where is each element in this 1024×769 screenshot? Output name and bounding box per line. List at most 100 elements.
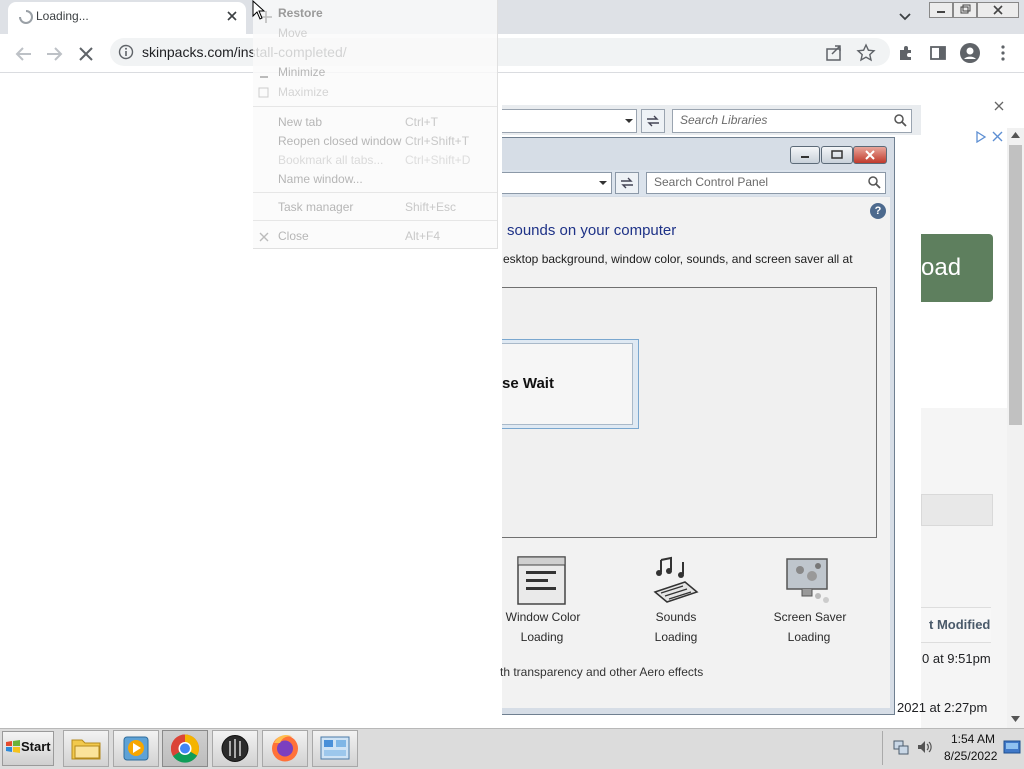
table-column-header: t Modified bbox=[921, 607, 991, 643]
libraries-search-input[interactable]: Search Libraries bbox=[672, 109, 912, 133]
window-close-button[interactable] bbox=[977, 2, 1019, 18]
menu-item-maximize[interactable]: Maximize bbox=[278, 85, 329, 99]
ad-choices-icon[interactable] bbox=[975, 131, 987, 143]
cp-refresh-icon[interactable] bbox=[615, 172, 639, 194]
menu-shortcut-task-manager: Shift+Esc bbox=[405, 200, 457, 214]
clock-time[interactable]: 1:54 AM bbox=[951, 732, 995, 746]
show-desktop-icon[interactable] bbox=[1003, 738, 1021, 756]
sounds-icon[interactable] bbox=[651, 556, 701, 606]
help-icon[interactable]: ? bbox=[870, 203, 886, 219]
menu-separator bbox=[253, 106, 497, 107]
libraries-refresh-icon[interactable] bbox=[641, 109, 665, 133]
menu-separator bbox=[253, 220, 497, 221]
side-panel-icon[interactable] bbox=[928, 43, 948, 63]
magnifier-icon bbox=[893, 113, 907, 127]
menu-item-minimize[interactable]: Minimize bbox=[278, 65, 325, 79]
menu-shortcut-close: Alt+F4 bbox=[405, 229, 441, 243]
menu-separator bbox=[253, 192, 497, 193]
media-player-icon bbox=[123, 736, 149, 761]
menu-shortcut-bookmark: Ctrl+Shift+D bbox=[405, 153, 471, 167]
cp-address-field[interactable] bbox=[502, 172, 612, 194]
kebab-menu-icon[interactable] bbox=[993, 43, 1013, 63]
taskbar-media-player[interactable] bbox=[113, 730, 159, 767]
content-input-box[interactable] bbox=[921, 494, 993, 526]
screen-saver-icon[interactable] bbox=[784, 556, 834, 606]
site-info-icon[interactable] bbox=[118, 44, 134, 60]
control-panel-icon bbox=[320, 736, 350, 760]
cp-description: esktop background, window color, sounds,… bbox=[503, 252, 853, 266]
tab-search-chevron-icon[interactable] bbox=[897, 8, 913, 24]
please-wait-text: se Wait bbox=[502, 375, 554, 392]
window-color-icon[interactable] bbox=[517, 556, 567, 606]
cp-search-placeholder: Search Control Panel bbox=[654, 175, 769, 189]
share-icon[interactable] bbox=[824, 43, 844, 63]
windows-flag-icon bbox=[5, 739, 21, 755]
clock-date[interactable]: 8/25/2022 bbox=[944, 749, 997, 763]
menu-shortcut-new-tab: Ctrl+T bbox=[405, 115, 438, 129]
window-color-label[interactable]: Window Color bbox=[488, 610, 598, 624]
download-button-label: oad bbox=[921, 254, 962, 281]
profile-avatar-icon[interactable] bbox=[959, 42, 981, 64]
sounds-label[interactable]: Sounds bbox=[621, 610, 731, 624]
minimize-glyph-icon bbox=[259, 69, 269, 79]
taskbar-firefox[interactable] bbox=[262, 730, 308, 767]
tab-title: Loading... bbox=[36, 9, 89, 23]
menu-item-new-tab[interactable]: New tab bbox=[278, 115, 322, 129]
loading-spinner-icon bbox=[18, 9, 34, 25]
chrome-icon bbox=[170, 734, 199, 763]
libraries-search-placeholder: Search Libraries bbox=[680, 113, 768, 127]
firefox-icon bbox=[272, 734, 298, 762]
stop-loading-icon[interactable] bbox=[74, 42, 98, 66]
scrollbar-thumb[interactable] bbox=[1009, 145, 1022, 425]
cp-heading: sounds on your computer bbox=[507, 222, 677, 239]
taskbar-control-panel[interactable] bbox=[312, 730, 358, 767]
volume-icon[interactable] bbox=[916, 738, 934, 756]
file-explorer-icon bbox=[71, 739, 101, 760]
bookmark-star-icon[interactable] bbox=[856, 43, 876, 63]
window-color-status: Loading bbox=[520, 630, 564, 644]
screen-saver-status: Loading bbox=[787, 630, 831, 644]
menu-item-restore[interactable]: Restore bbox=[278, 6, 323, 20]
menu-item-name-window[interactable]: Name window... bbox=[278, 172, 363, 186]
aero-effects-text[interactable]: th transparency and other Aero effects bbox=[500, 665, 703, 679]
tray-separator bbox=[882, 731, 883, 765]
cp-maximize-button[interactable] bbox=[821, 146, 853, 164]
mouse-cursor-icon bbox=[252, 0, 266, 20]
cp-close-button[interactable] bbox=[853, 146, 887, 164]
menu-shortcut-reopen: Ctrl+Shift+T bbox=[405, 134, 470, 148]
sounds-status: Loading bbox=[654, 630, 698, 644]
menu-item-reopen-closed-window[interactable]: Reopen closed window bbox=[278, 134, 401, 148]
window-minimize-button[interactable] bbox=[929, 2, 953, 18]
close-glyph-icon bbox=[259, 232, 269, 242]
menu-item-move[interactable]: Move bbox=[278, 26, 307, 40]
window-restore-button[interactable] bbox=[953, 2, 977, 18]
screen-saver-label[interactable]: Screen Saver bbox=[755, 610, 865, 624]
libraries-address-field[interactable] bbox=[502, 109, 637, 133]
network-icon[interactable] bbox=[892, 738, 910, 756]
window-context-menu: Restore Move Minimize Maximize New tab C… bbox=[253, 0, 498, 249]
scroll-down-icon[interactable] bbox=[1009, 713, 1022, 725]
cp-minimize-button[interactable] bbox=[790, 146, 820, 164]
magnifier-icon bbox=[867, 175, 881, 189]
ad-close-icon[interactable] bbox=[991, 130, 1004, 143]
row1-date: 0 at 9:51pm bbox=[922, 651, 991, 666]
menu-item-bookmark-all-tabs[interactable]: Bookmark all tabs... bbox=[278, 153, 383, 167]
row2-date: 2021 at 2:27pm bbox=[897, 700, 988, 715]
taskbar-file-explorer[interactable] bbox=[63, 730, 109, 767]
page-close-icon[interactable] bbox=[992, 100, 1006, 112]
maximize-glyph-icon bbox=[258, 87, 269, 98]
app-dark-icon bbox=[221, 735, 249, 762]
menu-item-task-manager[interactable]: Task manager bbox=[278, 200, 353, 214]
forward-arrow-icon[interactable] bbox=[42, 42, 66, 66]
taskbar-dark-app[interactable] bbox=[212, 730, 258, 767]
taskbar-chrome[interactable] bbox=[162, 730, 208, 767]
scroll-up-icon[interactable] bbox=[1009, 129, 1022, 141]
start-label: Start bbox=[21, 739, 51, 754]
extensions-puzzle-icon[interactable] bbox=[896, 43, 916, 63]
content-panel bbox=[921, 408, 1007, 728]
tab-close-icon[interactable] bbox=[225, 9, 239, 23]
menu-item-close[interactable]: Close bbox=[278, 229, 309, 243]
column-header-label: t Modified bbox=[929, 617, 991, 632]
cp-search-input[interactable]: Search Control Panel bbox=[646, 172, 886, 194]
back-arrow-icon[interactable] bbox=[12, 42, 36, 66]
